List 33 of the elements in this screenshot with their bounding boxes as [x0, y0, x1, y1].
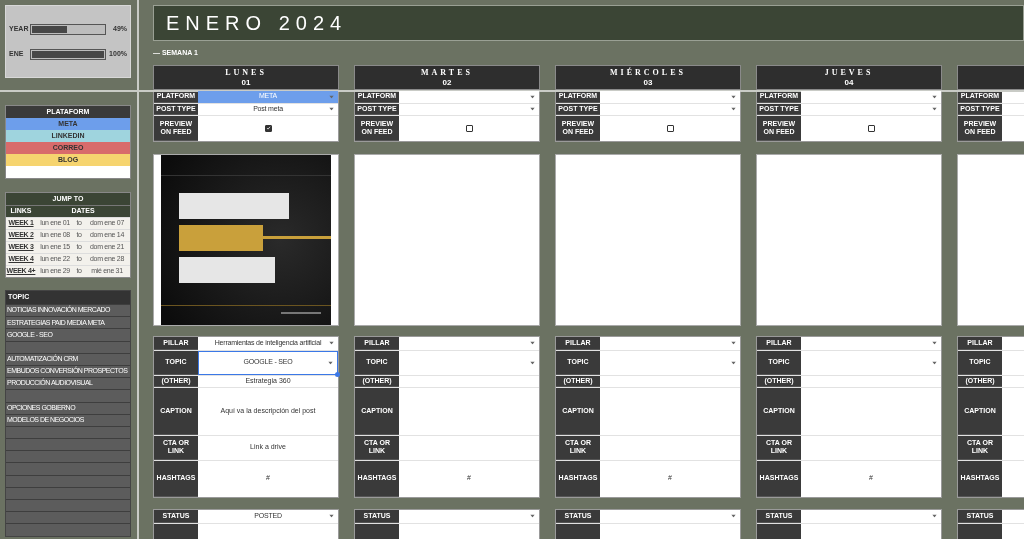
day-number: 02: [442, 77, 452, 87]
dropdown-caret-icon[interactable]: [932, 95, 937, 98]
dropdown-caret-icon[interactable]: [731, 361, 736, 364]
dropdown-caret-icon[interactable]: [530, 95, 535, 98]
checkbox[interactable]: [264, 124, 272, 132]
dropdown-caret-icon[interactable]: [731, 514, 736, 518]
dropdown-caret-icon[interactable]: [530, 341, 535, 345]
checkbox[interactable]: [465, 124, 473, 132]
day-name: MIÉRCOLES: [610, 67, 686, 77]
checkbox[interactable]: [666, 124, 674, 132]
dropdown-caret-icon[interactable]: [328, 361, 333, 364]
page-title: ENERO 2024: [166, 11, 348, 36]
dropdown-caret-icon[interactable]: [932, 361, 937, 364]
dropdown-caret-icon[interactable]: [530, 107, 535, 111]
checkbox[interactable]: [867, 124, 875, 132]
dropdown-caret-icon[interactable]: [731, 107, 736, 111]
day-number: 03: [643, 77, 653, 87]
dropdown-caret-icon[interactable]: [530, 361, 535, 364]
dropdown-caret-icon[interactable]: [329, 107, 334, 111]
selection-handle[interactable]: [335, 371, 340, 377]
dropdown-caret-icon[interactable]: [731, 341, 736, 345]
day-name: JUEVES: [824, 67, 874, 77]
dropdown-caret-icon[interactable]: [329, 514, 334, 518]
day-number: 01: [241, 77, 251, 87]
dropdown-caret-icon[interactable]: [731, 95, 736, 98]
dropdown-caret-icon[interactable]: [932, 341, 937, 345]
dropdown-caret-icon[interactable]: [932, 514, 937, 518]
dropdown-caret-icon[interactable]: [530, 514, 535, 518]
day-number: 04: [844, 77, 854, 87]
dropdown-caret-icon[interactable]: [329, 341, 334, 345]
dropdown-caret-icon[interactable]: [932, 107, 937, 111]
day-name: MARTES: [421, 67, 473, 77]
day-name: LUNES: [225, 67, 267, 77]
